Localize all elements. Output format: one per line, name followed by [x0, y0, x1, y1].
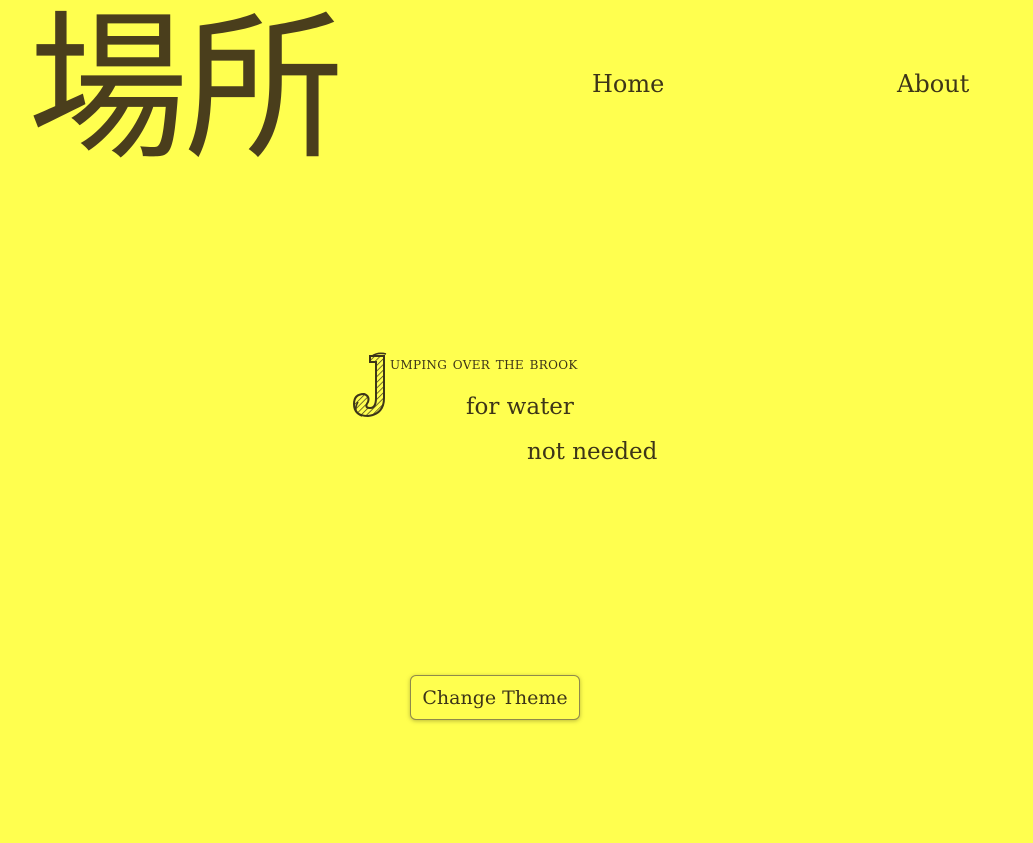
poem-line-2: for water	[466, 394, 574, 420]
poem: umping over the brook for water not need…	[350, 350, 670, 480]
poem-line-3: not needed	[527, 439, 658, 465]
nav-about-link[interactable]: About	[897, 70, 969, 98]
change-theme-button[interactable]: Change Theme	[410, 675, 580, 720]
page: 場所 Home About umping over the brook for …	[0, 0, 1033, 843]
poem-line-1: umping over the brook	[390, 354, 578, 374]
drop-cap-j	[352, 352, 387, 418]
site-logo: 場所	[28, 0, 344, 182]
nav-home-link[interactable]: Home	[592, 70, 664, 98]
